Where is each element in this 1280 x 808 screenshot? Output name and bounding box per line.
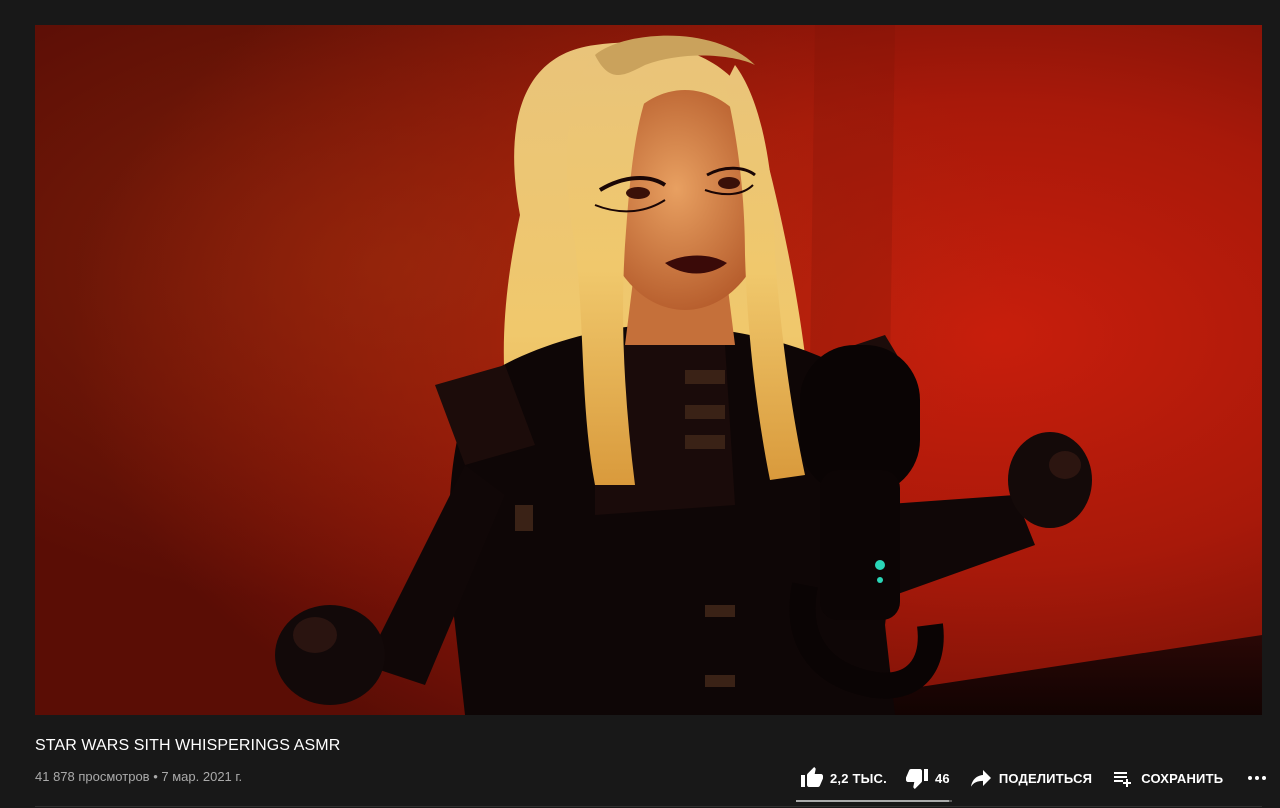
sentiment-bar [796, 800, 952, 802]
divider [35, 806, 1262, 807]
sentiment-bar-fill [796, 800, 949, 802]
watch-page: STAR WARS SITH WHISPERINGS ASMR 41 878 п… [0, 0, 1280, 808]
meta-separator: • [153, 769, 158, 784]
save-button[interactable]: СОХРАНИТЬ [1111, 762, 1223, 794]
share-arrow-icon [970, 770, 991, 787]
like-count: 2,2 ТЫС. [830, 770, 887, 786]
thumb-up-icon [801, 767, 823, 787]
save-label: СОХРАНИТЬ [1141, 770, 1224, 786]
view-count: 41 878 просмотров [35, 769, 150, 784]
video-frame [35, 25, 1262, 715]
upload-date: 7 мар. 2021 г. [161, 769, 243, 784]
dislike-button[interactable]: 46 [905, 762, 950, 794]
video-meta: 41 878 просмотров • 7 мар. 2021 г. [35, 768, 242, 786]
more-actions-button[interactable] [1245, 762, 1269, 794]
video-actions: 2,2 ТЫС. 46 ПОДЕЛИТЬСЯ СОХРАНИТЬ [796, 762, 1269, 794]
video-player[interactable] [35, 25, 1262, 715]
video-title: STAR WARS SITH WHISPERINGS ASMR [35, 737, 341, 754]
playlist-add-icon [1114, 772, 1132, 787]
thumb-down-icon [905, 769, 928, 789]
like-button[interactable]: 2,2 ТЫС. [796, 762, 887, 794]
share-button[interactable]: ПОДЕЛИТЬСЯ [969, 762, 1092, 794]
dislike-count: 46 [934, 770, 950, 786]
more-horizontal-icon [1248, 776, 1267, 780]
share-label: ПОДЕЛИТЬСЯ [998, 770, 1093, 786]
